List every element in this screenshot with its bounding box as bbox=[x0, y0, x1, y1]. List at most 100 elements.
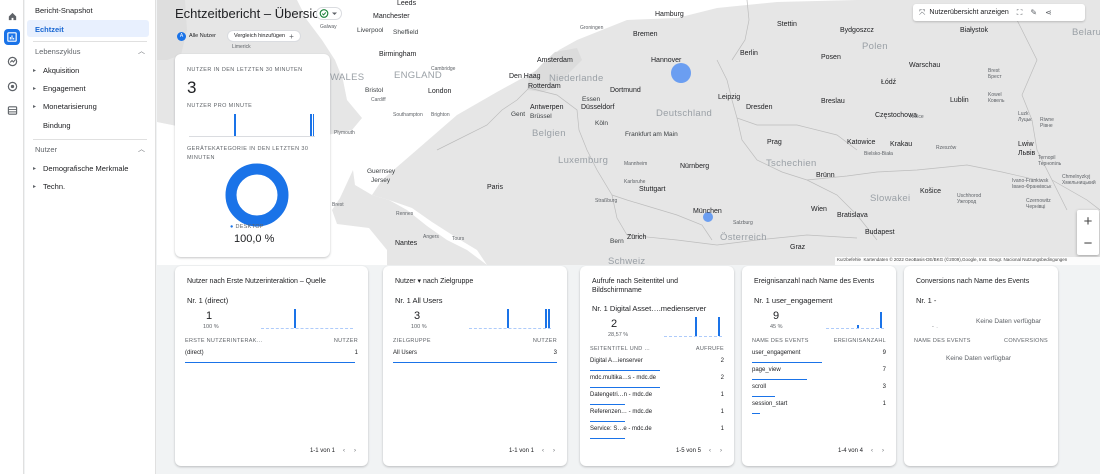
card-top-value: 3 bbox=[414, 310, 421, 322]
map-label: Guernsey bbox=[367, 168, 396, 175]
nav-item-monetization[interactable]: Monetarisierung bbox=[43, 102, 97, 111]
pager-range: 1-1 von 1 bbox=[309, 448, 335, 454]
edit-icon[interactable]: ✎ bbox=[1030, 8, 1037, 17]
nav-report-snapshot[interactable]: Bericht-Snapshot bbox=[35, 6, 93, 15]
share-icon[interactable]: ⋖ bbox=[1045, 8, 1052, 17]
spark-bar[interactable] bbox=[548, 309, 551, 328]
column-header[interactable]: NAME DES EVENTS bbox=[752, 338, 809, 344]
map-label: Wien bbox=[811, 206, 827, 213]
spark-bar[interactable] bbox=[695, 317, 698, 336]
table-row[interactable]: Referenzen… - mdc.de 1 bbox=[590, 409, 724, 425]
list-icon[interactable] bbox=[4, 102, 20, 118]
keyboard-shortcuts-link[interactable]: Kurzbefehle bbox=[837, 257, 861, 262]
users-dot-hannover[interactable] bbox=[671, 63, 691, 83]
spark-bar[interactable] bbox=[857, 325, 860, 328]
nav-section-user[interactable]: Nutzer bbox=[35, 145, 57, 154]
table-row[interactable]: user_engagement 9 bbox=[752, 350, 886, 366]
spark-bar[interactable] bbox=[293, 309, 296, 328]
card-title[interactable]: Nutzer ▾ nach Zielgruppe bbox=[395, 277, 557, 286]
zoom-out-button[interactable]: − bbox=[1077, 232, 1099, 254]
spark-bar[interactable] bbox=[507, 309, 510, 328]
map-label: Leipzig bbox=[718, 94, 741, 101]
nav-realtime[interactable]: Echtzeit bbox=[27, 20, 149, 37]
nav-section-lifecycle[interactable]: Lebenszyklus bbox=[35, 47, 80, 56]
row-value: 3 bbox=[553, 350, 557, 356]
column-header[interactable]: EREIGNISANZAHL bbox=[834, 338, 886, 344]
zoom-in-button[interactable]: + bbox=[1077, 210, 1099, 232]
nav-item-tech[interactable]: Techn. bbox=[43, 182, 65, 191]
card-table-header: ERSTE NUTZERINTERAK… NUTZER bbox=[185, 338, 358, 344]
add-comparison-button[interactable]: Vergleich hinzufügen + bbox=[227, 30, 301, 42]
table-row[interactable]: page_view 7 bbox=[752, 367, 886, 383]
chevron-right-icon[interactable]: › bbox=[354, 448, 356, 454]
spark-bar[interactable] bbox=[879, 311, 882, 328]
table-row[interactable]: Digital A…ienserver 2 bbox=[590, 358, 724, 374]
chevron-left-icon[interactable]: ‹ bbox=[343, 448, 345, 454]
chevron-right-icon[interactable]: › bbox=[553, 448, 555, 454]
title-status-dropdown[interactable] bbox=[316, 7, 342, 20]
map-label: Tours bbox=[452, 236, 465, 242]
donut-slice-desktop[interactable] bbox=[225, 163, 289, 227]
chevron-left-icon[interactable]: ‹ bbox=[709, 448, 711, 454]
users-30min-value: 3 bbox=[187, 78, 197, 97]
map-label: Straßburg bbox=[595, 198, 618, 204]
audience-chip-all-users[interactable]: A Alle Nutzer bbox=[175, 30, 220, 42]
column-header[interactable]: NAME DES EVENTS bbox=[914, 338, 971, 344]
map-label: Łódź bbox=[881, 79, 897, 86]
map-label: Angers bbox=[423, 234, 439, 240]
table-row[interactable]: scroll 3 bbox=[752, 384, 886, 400]
nav-item-demographics[interactable]: Demografische Merkmale bbox=[43, 164, 128, 173]
per-minute-bar[interactable] bbox=[312, 114, 315, 136]
table-row[interactable]: All Users 3 bbox=[393, 350, 557, 366]
map-label: Frankfurt am Main bbox=[625, 131, 678, 138]
chevron-up-icon[interactable]: ︿ bbox=[138, 46, 145, 56]
show-user-overview-button[interactable]: Nutzerübersicht anzeigen bbox=[929, 9, 1008, 16]
map-label: Košice bbox=[920, 188, 942, 195]
fullscreen-icon[interactable]: ⛶ bbox=[1017, 8, 1023, 18]
chevron-right-icon[interactable]: › bbox=[882, 448, 884, 454]
home-icon[interactable] bbox=[4, 8, 20, 24]
table-row[interactable]: mdc.multika…s - mdc.de 2 bbox=[590, 375, 724, 391]
advertising-icon[interactable] bbox=[4, 78, 20, 94]
chevron-up-icon[interactable]: ︿ bbox=[138, 144, 145, 154]
row-value: 2 bbox=[720, 358, 724, 364]
map-label: Katowice bbox=[847, 139, 876, 146]
column-header[interactable]: CONVERSIONS bbox=[1004, 338, 1048, 344]
row-value: 1 bbox=[354, 350, 358, 356]
reports-icon[interactable] bbox=[4, 29, 20, 45]
nav-item-acquisition[interactable]: Akquisition bbox=[43, 66, 79, 75]
realtime-summary-card: NUTZER IN DEN LETZTEN 30 MINUTEN 3 NUTZE… bbox=[175, 54, 330, 257]
row-share-bar bbox=[752, 412, 760, 414]
map-label: Antwerpen bbox=[530, 104, 564, 111]
map-toolbar: ⤧ Nutzerübersicht anzeigen ⛶ ✎ ⋖ bbox=[913, 4, 1085, 21]
spark-bar[interactable] bbox=[545, 309, 548, 328]
table-row[interactable]: Datengetri…n - mdc.de 1 bbox=[590, 392, 724, 408]
card-table-header: SEITENTITEL UND … AUFRUFE bbox=[590, 346, 724, 352]
column-header[interactable]: NUTZER bbox=[533, 338, 557, 344]
spark-bar[interactable] bbox=[717, 317, 720, 336]
table-row[interactable]: (direct) 1 bbox=[185, 350, 358, 366]
empty-state: Keine Daten verfügbar bbox=[976, 318, 1042, 325]
nav-item-engagement[interactable]: Engagement bbox=[43, 84, 86, 93]
column-header[interactable]: NUTZER bbox=[334, 338, 358, 344]
map-label: Schweiz bbox=[608, 256, 646, 265]
map-label: Limerick bbox=[232, 44, 251, 50]
chevron-left-icon[interactable]: ‹ bbox=[542, 448, 544, 454]
map-label: Prag bbox=[767, 139, 782, 146]
chevron-left-icon[interactable]: ‹ bbox=[871, 448, 873, 454]
map-label: Lwiw bbox=[1018, 141, 1034, 148]
chevron-right-icon[interactable]: › bbox=[720, 448, 722, 454]
nav-item-retention[interactable]: Bindung bbox=[43, 121, 71, 130]
row-share-bar bbox=[590, 420, 625, 422]
card-title[interactable]: Nutzer nach Erste Nutzerinteraktion – Qu… bbox=[187, 277, 358, 286]
per-minute-bar[interactable] bbox=[234, 114, 236, 136]
column-header[interactable]: ZIELGRUPPE bbox=[393, 338, 431, 344]
explore-icon[interactable] bbox=[4, 53, 20, 69]
column-header[interactable]: SEITENTITEL UND … bbox=[590, 346, 650, 352]
map-label: Тернопіль bbox=[1038, 161, 1062, 167]
table-row[interactable]: Service: S…e - mdc.de 1 bbox=[590, 426, 724, 442]
column-header[interactable]: AUFRUFE bbox=[696, 346, 724, 352]
attribution-text[interactable]: Kartendaten © 2022 GeoBasis-DE/BKG (©200… bbox=[864, 257, 1068, 262]
table-row[interactable]: session_start 1 bbox=[752, 401, 886, 417]
column-header[interactable]: ERSTE NUTZERINTERAK… bbox=[185, 338, 263, 344]
